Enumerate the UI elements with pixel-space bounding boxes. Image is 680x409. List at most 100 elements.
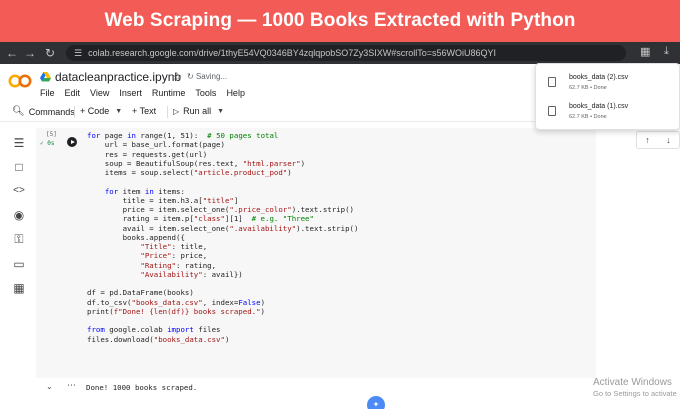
code-line: for page in range(1, 51): # 50 pages tot… — [87, 131, 358, 140]
commands-label: Commands — [28, 106, 75, 117]
code-token: ) — [260, 306, 265, 316]
reload-icon[interactable]: ↻ — [40, 46, 60, 60]
find-icon[interactable]: □ — [12, 160, 26, 174]
forward-icon[interactable]: → — [20, 46, 40, 60]
secrets-key-icon[interactable]: ⚿ — [12, 232, 26, 246]
menu-view[interactable]: View — [90, 88, 109, 98]
output-text: Done! 1000 books scraped. — [86, 383, 198, 392]
search-icon: 🔍︎ — [12, 106, 25, 117]
code-token: files.download( — [87, 334, 154, 344]
chevron-down-icon[interactable]: ▼ — [217, 108, 224, 115]
code-token: print( — [87, 306, 114, 316]
menu-file[interactable]: File — [40, 88, 55, 98]
code-token: : price, — [171, 251, 208, 261]
watermark-title: Activate Windows — [593, 377, 672, 388]
code-token: soup = BeautifulSoup(res.text, — [87, 158, 243, 168]
code-token: google.colab — [104, 325, 168, 335]
code-token: title = item.h3.a[ — [87, 195, 203, 205]
activate-windows-watermark: Activate Windows Go to Settings to activ… — [593, 377, 677, 398]
add-text-label: + Text — [132, 106, 157, 116]
code-token: in — [127, 131, 136, 140]
browser-toolbar: ← → ↻ ☰ colab.research.google.com/drive/… — [0, 42, 680, 64]
run-icon: ▷ — [173, 106, 180, 116]
back-icon[interactable]: ← — [2, 46, 22, 60]
colab-logo-icon — [8, 74, 32, 88]
code-token: for — [104, 186, 119, 196]
chevron-down-icon[interactable]: ▼ — [115, 108, 122, 115]
add-text-button[interactable]: + Text — [132, 106, 156, 116]
file-icon — [548, 106, 556, 116]
download-item[interactable]: books_data (2).csv 62.7 KB • Done — [536, 73, 680, 97]
files-folder-icon[interactable]: ▭ — [12, 257, 26, 271]
run-all-button[interactable]: ▷ Run all ▼ — [173, 106, 224, 116]
code-line: items = soup.select("article.product_pod… — [87, 168, 358, 177]
run-cell-button[interactable] — [67, 137, 77, 147]
code-token: from — [87, 325, 105, 335]
extensions-icon[interactable]: ▦ — [640, 45, 650, 58]
code-editor[interactable]: for page in range(1, 51): # 50 pages tot… — [87, 131, 358, 344]
code-token: ".availability" — [229, 223, 297, 233]
code-line: from google.colab import files — [87, 325, 358, 334]
code-token: ).text.strip() — [291, 205, 354, 214]
cell-output: ⌄ ⋯ Done! 1000 books scraped. — [36, 378, 596, 398]
collapse-output-icon[interactable]: ⌄ — [46, 382, 53, 391]
output-actions-icon[interactable]: ⋯ — [67, 380, 76, 391]
download-file-name: books_data (2).csv — [569, 74, 629, 81]
code-token: ] — [233, 195, 239, 205]
code-snippets-icon[interactable]: <> — [12, 184, 26, 198]
move-down-icon[interactable]: ↓ — [666, 135, 671, 145]
code-line: "Rating": rating, — [87, 261, 358, 270]
code-token: # 50 pages total — [207, 131, 279, 140]
terminal-grid-icon[interactable]: ▦ — [12, 281, 26, 295]
menu-edit[interactable]: Edit — [65, 88, 81, 98]
code-token: ) — [287, 168, 292, 177]
code-token: rating = item.p[ — [87, 214, 194, 224]
code-cell[interactable]: [5] ✓ 0s for page in range(1, 51): # 50 … — [36, 128, 596, 378]
execution-count: [5] — [46, 131, 57, 138]
commands-button[interactable]: 🔍︎ Commands — [12, 106, 75, 117]
downloads-icon[interactable]: ⤓ — [664, 45, 669, 58]
file-icon — [548, 77, 556, 87]
address-bar[interactable]: ☰ colab.research.google.com/drive/1thyE5… — [66, 45, 626, 61]
code-token: "html.parser" — [242, 158, 301, 168]
title-banner: Web Scraping — 1000 Books Extracted with… — [0, 0, 680, 42]
code-line: title = item.h3.a["title"] — [87, 196, 358, 205]
menu-help[interactable]: Help — [226, 88, 245, 98]
code-token: : rating, — [176, 260, 217, 270]
menu-runtime[interactable]: Runtime — [152, 88, 186, 98]
add-code-button[interactable]: + Code ▼ — [80, 106, 122, 116]
downloads-panel: books_data (2).csv 62.7 KB • Done books_… — [535, 63, 680, 130]
code-line: print(f"Done! {len(df)} books scraped.") — [87, 307, 358, 316]
save-status: ↻ Saving... — [187, 72, 228, 81]
play-icon — [71, 139, 75, 144]
download-file-name: books_data (1).csv — [569, 103, 629, 110]
code-line: "Price": price, — [87, 251, 358, 260]
code-token: df = pd.DataFrame(books) — [87, 288, 194, 298]
code-token: res = requests.get(url) — [87, 149, 208, 159]
drive-icon[interactable] — [40, 72, 51, 82]
url-text: colab.research.google.com/drive/1thyE54V… — [88, 48, 497, 58]
table-of-contents-icon[interactable]: ☰ — [12, 136, 26, 150]
notebook-file-name[interactable]: datacleanpractice.ipynb — [55, 70, 181, 84]
code-line: soup = BeautifulSoup(res.text, "html.par… — [87, 159, 358, 168]
gemini-fab-button[interactable]: ✦ — [367, 396, 385, 409]
star-icon[interactable]: ☆ — [172, 70, 182, 83]
code-token: items = soup.select( — [87, 168, 194, 177]
site-info-icon[interactable]: ☰ — [74, 48, 82, 59]
code-line: avail = item.select_one(".availability")… — [87, 223, 359, 233]
download-item[interactable]: books_data (1).csv 62.7 KB • Done — [536, 102, 680, 126]
download-file-meta: 62.7 KB • Done — [569, 114, 607, 120]
menu-insert[interactable]: Insert — [119, 88, 142, 98]
variables-icon[interactable]: ◉ — [12, 208, 26, 222]
code-token: ) — [260, 297, 266, 307]
download-file-meta: 62.7 KB • Done — [569, 85, 607, 91]
move-up-icon[interactable]: ↑ — [645, 135, 650, 145]
toolbar-divider — [74, 106, 75, 118]
code-token: , index= — [202, 297, 239, 307]
menu-tools[interactable]: Tools — [195, 88, 216, 98]
